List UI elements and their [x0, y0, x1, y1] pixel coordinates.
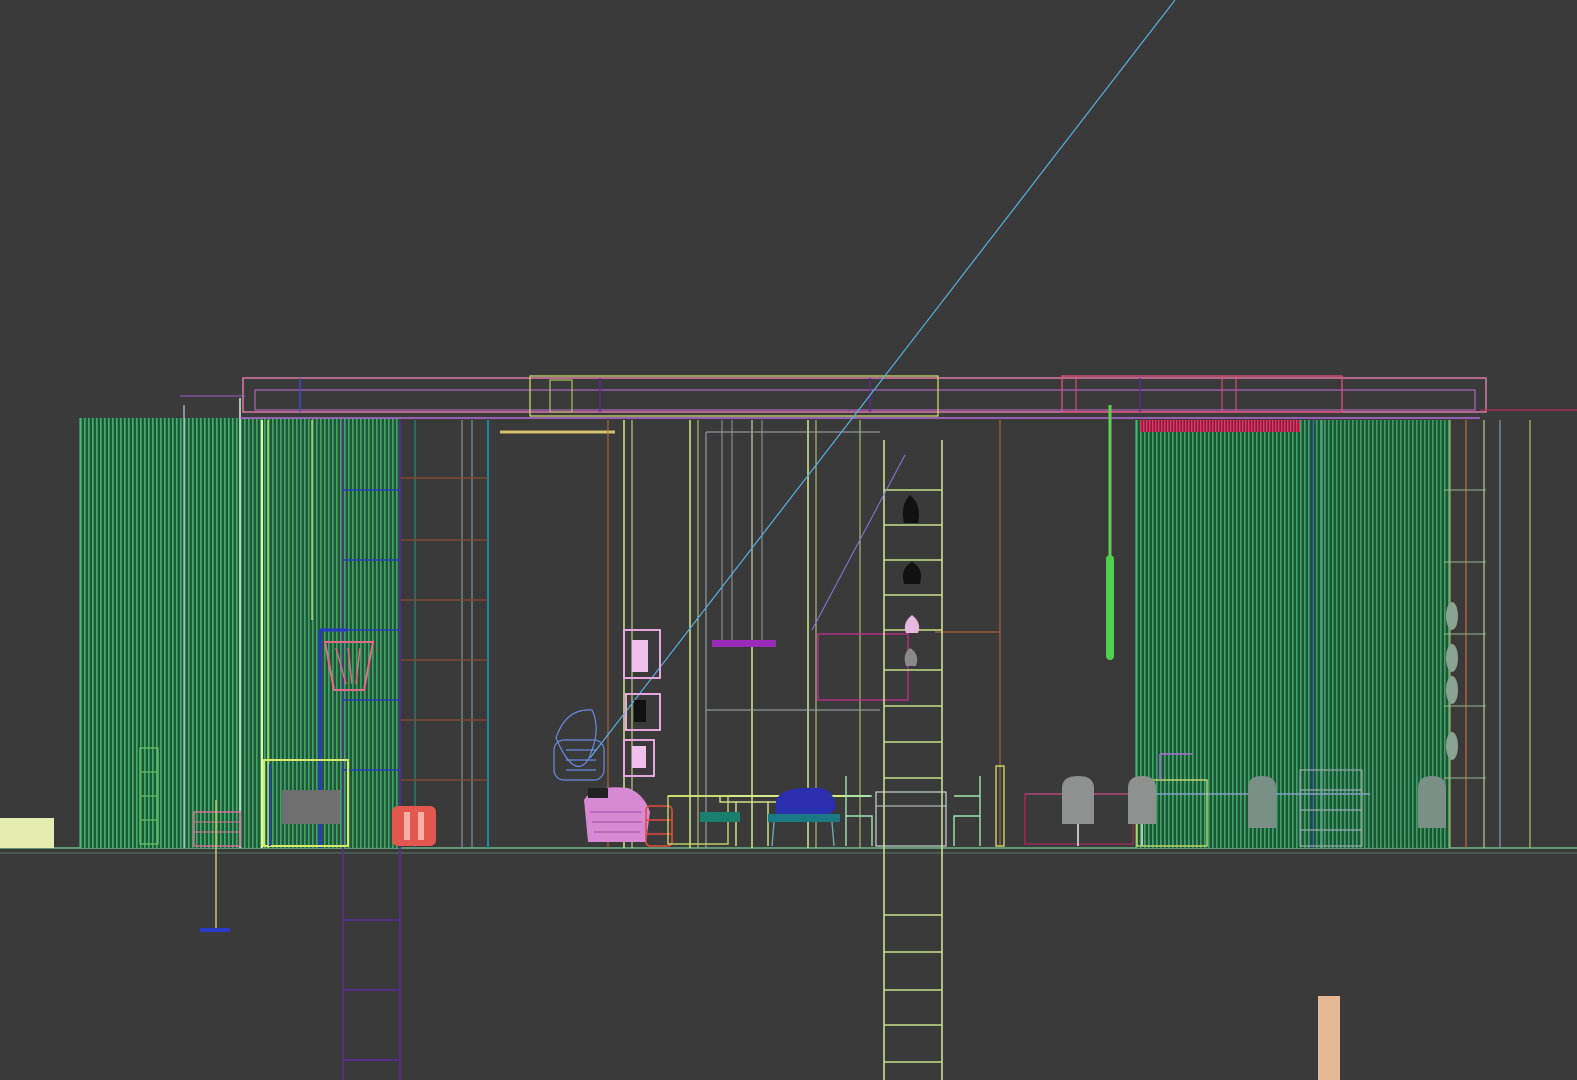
tan-post[interactable]: [1318, 996, 1340, 1080]
3d-viewport[interactable]: [0, 0, 1577, 1080]
wall-sculptures[interactable]: [1446, 602, 1458, 760]
left-curtain-panel[interactable]: [79, 398, 400, 848]
wireframe-scene[interactable]: [0, 0, 1577, 1080]
red-louver-strip[interactable]: [1140, 420, 1300, 432]
right-curtain-panel[interactable]: [1135, 420, 1450, 848]
red-side-table[interactable]: [392, 806, 436, 846]
cream-slab[interactable]: [0, 818, 54, 848]
